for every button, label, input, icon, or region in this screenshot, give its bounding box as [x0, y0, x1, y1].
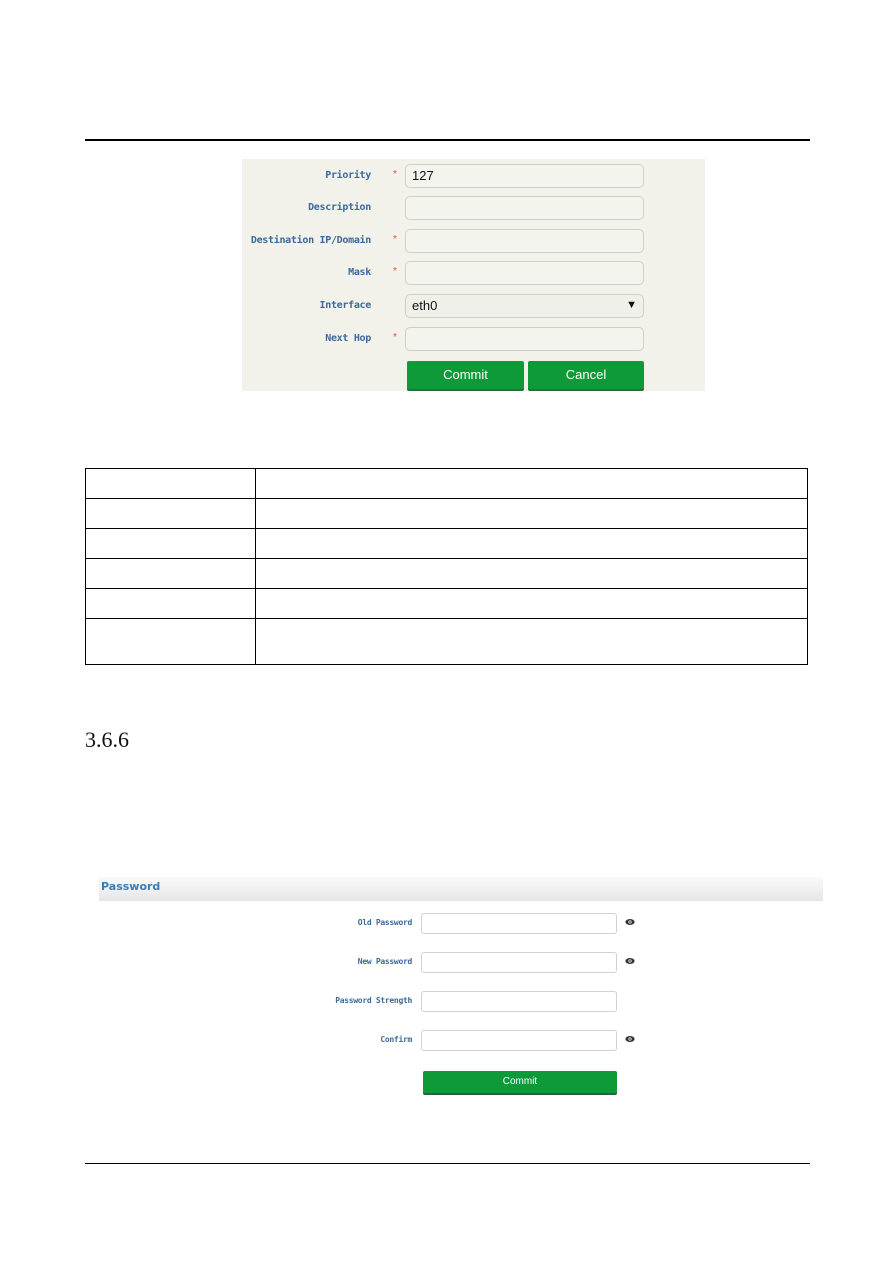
priority-input[interactable]: 127: [405, 164, 644, 188]
interface-select[interactable]: eth0 ▼: [405, 294, 644, 318]
old-password-label: Old Password: [357, 918, 413, 927]
destination-label: Destination IP/Domain: [250, 235, 371, 246]
next-hop-row: Next Hop *: [242, 327, 705, 353]
interface-label: Interface: [319, 300, 372, 311]
table-row: [85, 468, 808, 499]
required-marker: *: [393, 332, 397, 343]
table-cell: [85, 498, 256, 529]
table-cell: [255, 558, 808, 589]
confirm-label: Confirm: [380, 1035, 412, 1044]
static-route-form: Priority * 127 Description Destination I…: [242, 159, 705, 391]
table-cell: [255, 618, 808, 665]
interface-value: eth0: [412, 298, 438, 313]
password-panel-title: Password: [101, 880, 161, 893]
eye-icon[interactable]: [625, 956, 635, 966]
table-cell: [85, 468, 256, 499]
commit-button[interactable]: Commit: [407, 361, 524, 389]
required-marker: *: [393, 169, 397, 180]
password-strength-row: Password Strength: [300, 991, 660, 1013]
mask-row: Mask *: [242, 261, 705, 287]
password-panel-header: Password: [99, 877, 823, 901]
table-cell: [255, 468, 808, 499]
destination-row: Destination IP/Domain *: [242, 229, 705, 255]
old-password-row: Old Password: [300, 913, 660, 935]
table-cell: [85, 528, 256, 559]
table-row: [85, 528, 808, 559]
header-rule: [85, 139, 810, 141]
old-password-input[interactable]: [421, 913, 617, 934]
parameter-table: [85, 468, 808, 665]
table-cell: [255, 588, 808, 619]
description-row: Description: [242, 196, 705, 222]
destination-input[interactable]: [405, 229, 644, 253]
password-commit-button[interactable]: Commit: [423, 1071, 617, 1093]
table-row: [85, 588, 808, 619]
confirm-row: Confirm: [300, 1030, 660, 1052]
priority-row: Priority * 127: [242, 164, 705, 190]
table-cell: [85, 558, 256, 589]
table-cell: [85, 618, 256, 665]
new-password-input[interactable]: [421, 952, 617, 973]
required-marker: *: [393, 266, 397, 277]
password-strength-label: Password Strength: [335, 996, 412, 1005]
interface-row: Interface eth0 ▼: [242, 294, 705, 320]
password-strength-field: [421, 991, 617, 1012]
table-cell: [85, 588, 256, 619]
table-row: [85, 618, 808, 665]
description-label: Description: [308, 202, 371, 213]
new-password-label: New Password: [357, 957, 413, 966]
required-marker: *: [393, 234, 397, 245]
next-hop-label: Next Hop: [325, 333, 371, 344]
chevron-down-icon: ▼: [626, 299, 637, 311]
new-password-row: New Password: [300, 952, 660, 974]
mask-input[interactable]: [405, 261, 644, 285]
table-row: [85, 498, 808, 529]
table-cell: [255, 528, 808, 559]
eye-icon[interactable]: [625, 917, 635, 927]
eye-icon[interactable]: [625, 1034, 635, 1044]
mask-label: Mask: [348, 267, 371, 278]
next-hop-input[interactable]: [405, 327, 644, 351]
table-cell: [255, 498, 808, 529]
description-input[interactable]: [405, 196, 644, 220]
cancel-button[interactable]: Cancel: [528, 361, 644, 389]
priority-label: Priority: [325, 170, 371, 181]
confirm-input[interactable]: [421, 1030, 617, 1051]
footer-rule: [85, 1163, 810, 1164]
section-number: 3.6.6: [85, 727, 129, 752]
table-row: [85, 558, 808, 589]
